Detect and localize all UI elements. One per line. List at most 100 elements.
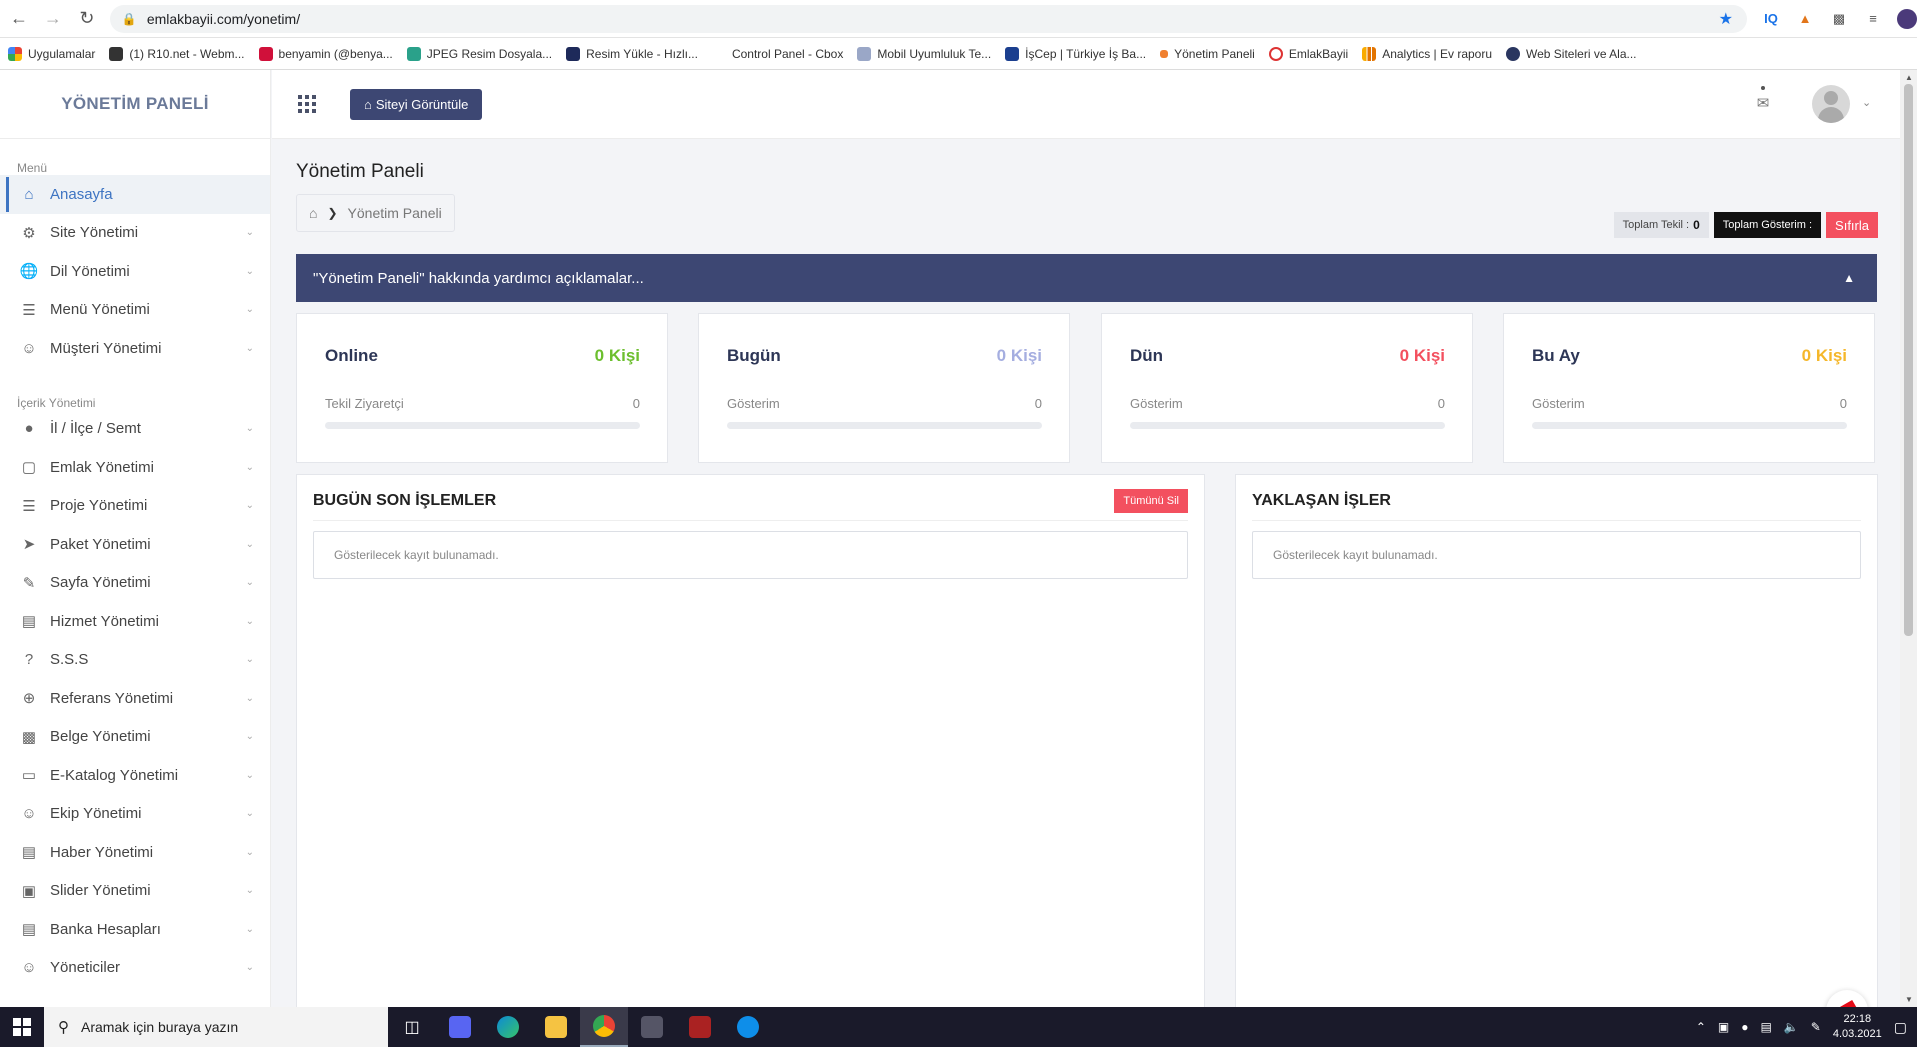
game-app-icon[interactable] (676, 1007, 724, 1047)
chevron-up-icon[interactable]: ▲ (1843, 271, 1855, 285)
metamask-extension-icon[interactable]: ▲ (1795, 9, 1815, 29)
teamviewer-icon[interactable] (724, 1007, 772, 1047)
bookmark-analytics[interactable]: Analytics | Ev raporu (1362, 46, 1492, 61)
scroll-up-icon[interactable]: ▲ (1905, 73, 1913, 82)
bookmark-apps[interactable]: Uygulamalar (8, 46, 95, 61)
sidebar-item-belge[interactable]: ▩ Belge Yönetimi ⌄ (0, 718, 270, 757)
chrome-icon[interactable] (580, 1007, 628, 1047)
breadcrumb: ⌂ ❯ Yönetim Paneli (296, 194, 455, 232)
r10-icon (109, 46, 124, 61)
sidebar-item-musteri[interactable]: ☺ Müşteri Yönetimi ⌄ (0, 329, 270, 368)
chevron-down-icon[interactable]: ⌄ (1862, 96, 1871, 109)
app-icon[interactable] (628, 1007, 676, 1047)
reload-icon[interactable]: ↻ (72, 4, 102, 34)
sidebar-item-referans[interactable]: ⊕ Referans Yönetimi ⌄ (0, 679, 270, 718)
sidebar-item-sss[interactable]: ? S.S.S ⌄ (0, 641, 270, 680)
zoom-icon: ⊕ (22, 690, 36, 708)
url-text: emlakbayii.com/yonetim/ (146, 10, 301, 27)
sidebar-item-ekatalog[interactable]: ▭ E-Katalog Yönetimi ⌄ (0, 756, 270, 795)
sidebar-item-anasayfa[interactable]: ⌂ Anasayfa (0, 175, 270, 214)
apps-grid-icon[interactable] (298, 95, 316, 113)
mail-icon[interactable]: ✉ (1754, 94, 1772, 112)
bookmark-mobile-test[interactable]: Mobil Uyumluluk Te... (857, 46, 991, 61)
mobile-test-icon (857, 46, 872, 61)
book-icon: ▤ (21, 844, 37, 862)
pen-icon[interactable]: ✎ (1811, 1020, 1821, 1034)
task-view-icon[interactable]: ◫ (388, 1007, 436, 1047)
main-content: Yönetim Paneli ⌂ ❯ Yönetim Paneli Toplam… (272, 139, 1900, 1007)
url-field[interactable]: 🔒 emlakbayii.com/yonetim/ ★ (109, 4, 1748, 33)
camera-icon[interactable]: ▣ (1718, 1020, 1729, 1034)
chevron-down-icon: ⌄ (245, 538, 254, 550)
sidebar-item-site[interactable]: ⚙ Site Yönetimi ⌄ (0, 214, 270, 253)
bookmark-iscep[interactable]: İşCep | Türkiye İş Ba... (1005, 46, 1146, 61)
bookmark-benyamin[interactable]: benyamin (@benya... (258, 46, 393, 61)
edge-icon[interactable] (484, 1007, 532, 1047)
discord-icon[interactable] (436, 1007, 484, 1047)
forward-icon[interactable]: → (38, 4, 68, 34)
sidebar-item-proje[interactable]: ☰ Proje Yönetimi ⌄ (0, 487, 270, 526)
stat-progress-bar (325, 422, 640, 429)
bookmark-yonetim[interactable]: Yönetim Paneli (1160, 47, 1255, 61)
home-icon: ⌂ (364, 97, 372, 112)
file-explorer-icon[interactable] (532, 1007, 580, 1047)
sidebar-item-menu[interactable]: ☰ Menü Yönetimi ⌄ (0, 291, 270, 330)
sidebar-item-haber[interactable]: ▤ Haber Yönetimi ⌄ (0, 833, 270, 872)
panel-title: YAKLAŞAN İŞLER (1252, 491, 1391, 509)
view-site-button[interactable]: ⌂ Siteyi Görüntüle (350, 89, 483, 120)
home-icon[interactable]: ⌂ (309, 205, 317, 221)
profile-avatar-icon[interactable] (1897, 8, 1917, 29)
network-icon[interactable]: ▤ (1760, 1020, 1771, 1034)
chevron-down-icon: ⌄ (245, 265, 254, 277)
sidebar-item-yoneticiler[interactable]: ☺ Yöneticiler ⌄ (0, 949, 270, 988)
sidebar-item-banka[interactable]: ▤ Banka Hesapları ⌄ (0, 910, 270, 949)
clock[interactable]: 22:18 4.03.2021 (1833, 1012, 1882, 1042)
sidebar-item-il-ilce[interactable]: ● İl / İlçe / Semt ⌄ (0, 410, 270, 449)
chevron-down-icon: ⌄ (245, 304, 254, 316)
stats-pills: Toplam Tekil :0 Toplam Gösterim : Sıfırl… (1613, 212, 1878, 238)
chevron-down-icon: ⌄ (245, 846, 254, 858)
reading-list-icon[interactable]: ≡ (1863, 9, 1883, 29)
taskbar-search-input[interactable]: ⚲ Aramak için buraya yazın (44, 1007, 388, 1047)
content-section-heading: İçerik Yönetimi (17, 395, 96, 410)
user-icon: ☺ (21, 959, 37, 977)
windows-start-icon[interactable] (0, 1007, 44, 1047)
extensions-icon[interactable]: ▩ (1829, 9, 1849, 29)
logo[interactable]: YÖNETİM PANELİ (0, 70, 270, 139)
microphone-icon[interactable]: ● (1741, 1020, 1748, 1034)
avatar[interactable] (1812, 85, 1850, 123)
sidebar-item-sayfa[interactable]: ✎ Sayfa Yönetimi ⌄ (0, 564, 270, 603)
scroll-down-icon[interactable]: ▼ (1905, 995, 1913, 1004)
bookmark-star-icon[interactable]: ★ (1719, 9, 1733, 29)
volume-icon[interactable]: 🔈 (1784, 1020, 1799, 1034)
help-accordion[interactable]: "Yönetim Paneli" hakkında yardımcı açıkl… (296, 254, 1877, 302)
sidebar-item-slider[interactable]: ▣ Slider Yönetimi ⌄ (0, 872, 270, 911)
scrollbar-thumb[interactable] (1904, 84, 1913, 636)
reset-button[interactable]: Sıfırla (1826, 212, 1878, 238)
bookmark-emlakbayii[interactable]: EmlakBayii (1268, 46, 1348, 61)
globe-icon: 🌐 (19, 263, 39, 281)
sidebar-item-dil[interactable]: 🌐 Dil Yönetimi ⌄ (0, 252, 270, 291)
iq-extension-icon[interactable]: IQ (1761, 9, 1781, 29)
lock-icon: 🔒 (121, 11, 137, 26)
tray-expand-icon[interactable]: ⌃ (1696, 1020, 1706, 1034)
empty-message: Gösterilecek kayıt bulunamadı. (1252, 531, 1861, 579)
notifications-icon[interactable]: ▢ (1894, 1019, 1907, 1036)
sidebar-item-hizmet[interactable]: ▤ Hizmet Yönetimi ⌄ (0, 602, 270, 641)
admin-app: YÖNETİM PANELİ Menü ⌂ Anasayfa ⚙ Site Yöne… (0, 70, 1900, 1007)
back-icon[interactable]: ← (4, 4, 34, 34)
bookmark-web-siteleri[interactable]: Web Siteleri ve Ala... (1506, 46, 1637, 61)
bookmark-resim-yukle[interactable]: Resim Yükle - Hızlı... (566, 46, 698, 61)
bookmark-cbox[interactable]: Control Panel - Cbox (711, 46, 843, 61)
page-scrollbar[interactable]: ▲ ▼ (1900, 70, 1917, 1007)
notification-dot (1761, 86, 1765, 90)
sidebar-item-ekip[interactable]: ☺ Ekip Yönetimi ⌄ (0, 795, 270, 834)
sidebar-item-paket[interactable]: ➤ Paket Yönetimi ⌄ (0, 525, 270, 564)
delete-all-button[interactable]: Tümünü Sil (1114, 488, 1188, 513)
sidebar-item-emlak[interactable]: ▢ Emlak Yönetimi ⌄ (0, 448, 270, 487)
bookmark-jpeg[interactable]: JPEG Resim Dosyala... (406, 46, 552, 61)
bookmark-r10[interactable]: (1) R10.net - Webm... (109, 46, 245, 61)
chevron-down-icon: ⌄ (245, 692, 254, 704)
empty-message: Gösterilecek kayıt bulunamadı. (313, 531, 1188, 579)
gear-icon: ⚙ (22, 224, 36, 242)
